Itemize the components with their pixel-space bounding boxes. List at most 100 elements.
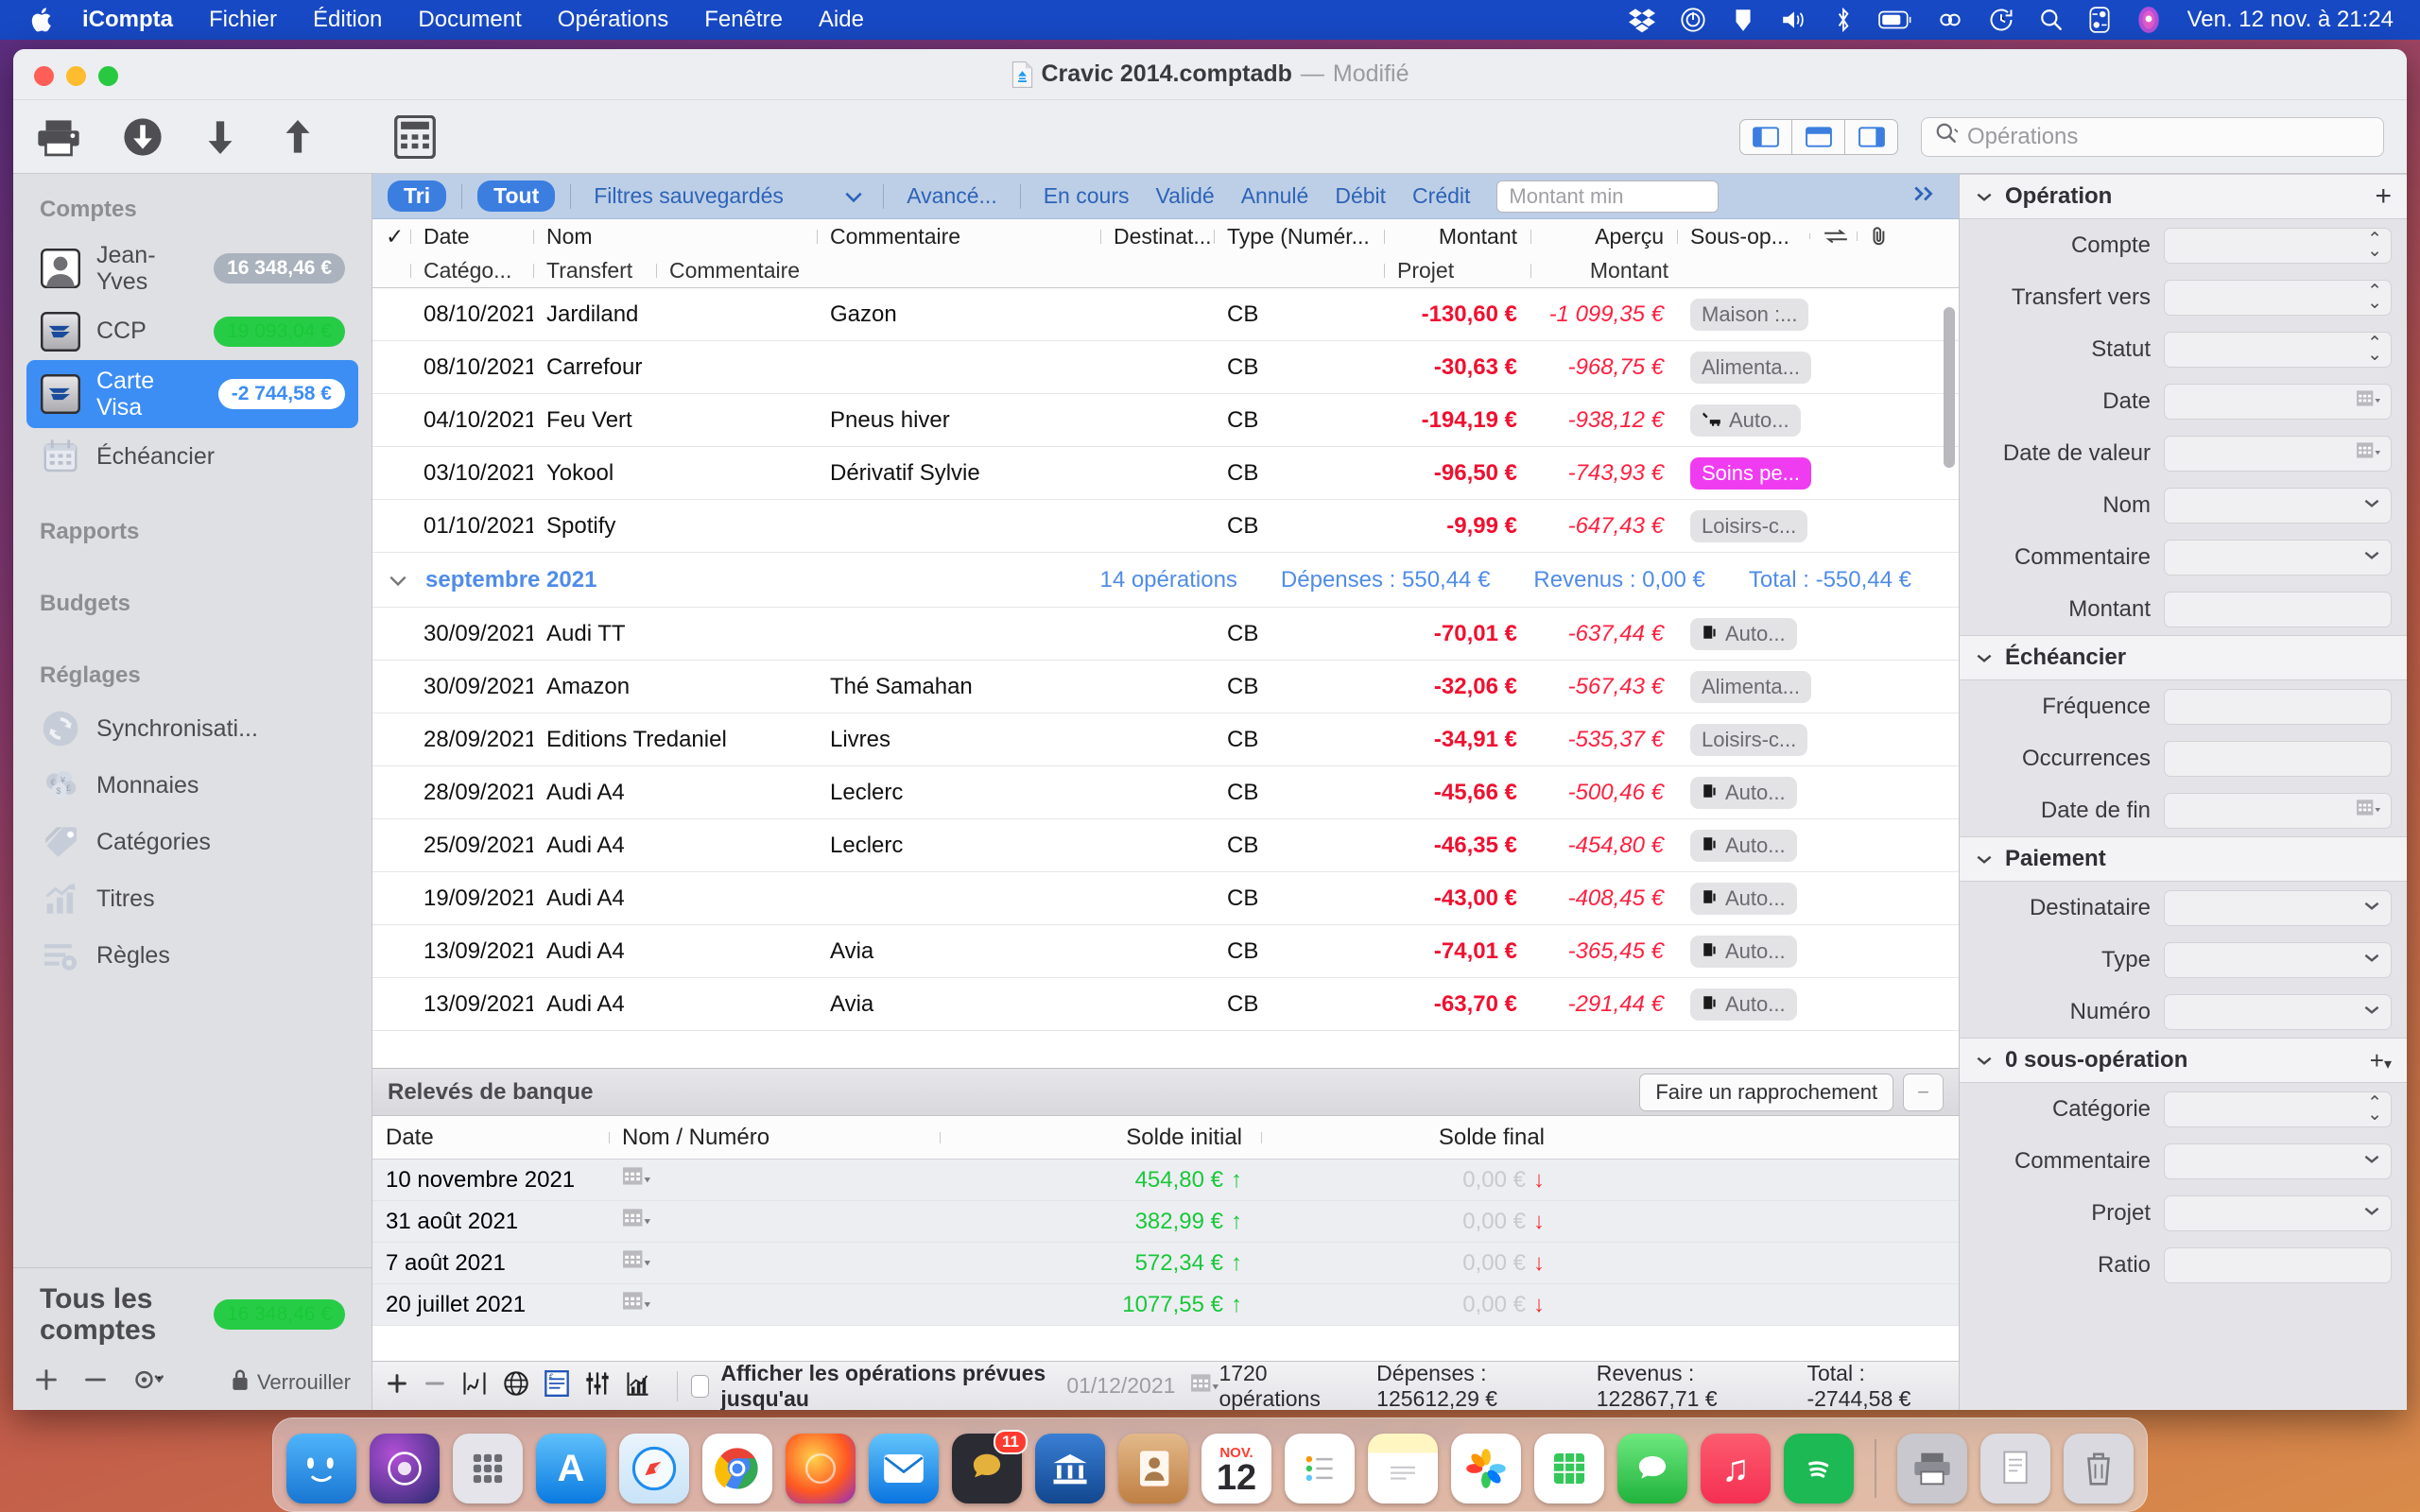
table-row[interactable]: 13/09/2021 Audi A4 Avia CB -63,70 € -291… bbox=[372, 978, 1959, 1031]
table-row[interactable]: 08/10/2021 Carrefour CB -30,63 € -968,75… bbox=[372, 341, 1959, 394]
category-badge[interactable]: Auto... bbox=[1690, 776, 1797, 809]
destinataire-combo[interactable] bbox=[2164, 889, 2392, 926]
category-badge[interactable]: Alimenta... bbox=[1690, 351, 1811, 384]
minus-icon[interactable] bbox=[424, 1372, 446, 1400]
dock-item-numbers[interactable] bbox=[1534, 1434, 1604, 1503]
dock-item-messages[interactable]: 11 bbox=[952, 1430, 1028, 1503]
date-fin-input[interactable] bbox=[2164, 792, 2392, 829]
print-icon[interactable] bbox=[13, 100, 104, 174]
dock-item-trash[interactable] bbox=[2064, 1434, 2134, 1503]
remove-statement-button[interactable]: − bbox=[1903, 1073, 1944, 1111]
bank-row[interactable]: 31 août 2021 382,99 € ↑ 0,00 € ↓ bbox=[372, 1201, 1959, 1243]
double-chevron-right-icon[interactable] bbox=[1898, 181, 1949, 211]
reconcile-button[interactable]: Faire un rapprochement bbox=[1639, 1073, 1894, 1111]
dock-item-notes[interactable] bbox=[1368, 1434, 1438, 1503]
menubar-clock[interactable]: Ven. 12 nov. à 21:24 bbox=[2174, 7, 2399, 33]
filter-en-cours-button[interactable]: En cours bbox=[1030, 183, 1143, 209]
category-badge[interactable]: Soins pe... bbox=[1690, 456, 1811, 490]
table-row[interactable]: 03/10/2021 Yokool Dérivatif Sylvie CB -9… bbox=[372, 447, 1959, 500]
sidebar-item-monnaies[interactable]: € ¥ £ $ Monnaies bbox=[26, 757, 358, 814]
table-row[interactable]: 28/09/2021 Audi A4 Leclerc CB -45,66 € -… bbox=[372, 766, 1959, 819]
category-badge[interactable]: Loisirs-c... bbox=[1690, 723, 1808, 756]
chart-line-icon[interactable] bbox=[626, 1370, 650, 1402]
attachment-icon[interactable] bbox=[1857, 226, 1904, 247]
chevron-down-icon[interactable] bbox=[1975, 1047, 1994, 1074]
category-badge[interactable]: Auto... bbox=[1690, 617, 1797, 650]
column-header-apercu[interactable]: Aperçu bbox=[1530, 224, 1677, 249]
bank-row[interactable]: 7 août 2021 572,34 € ↑ 0,00 € ↓ bbox=[372, 1243, 1959, 1284]
column-header-sous-operation[interactable]: Sous-op... bbox=[1677, 224, 1809, 249]
frequence-input[interactable] bbox=[2164, 688, 2392, 725]
montant-input[interactable] bbox=[2164, 591, 2392, 627]
chevron-down-icon[interactable] bbox=[2361, 548, 2382, 566]
filter-valide-button[interactable]: Validé bbox=[1142, 183, 1227, 209]
filter-debit-button[interactable]: Débit bbox=[1322, 183, 1399, 209]
plus-icon[interactable] bbox=[386, 1372, 408, 1400]
apple-icon[interactable] bbox=[21, 6, 64, 34]
arrow-down-icon[interactable] bbox=[182, 100, 259, 174]
notification-bell-icon[interactable] bbox=[1719, 7, 1768, 33]
menu-item-fenetre[interactable]: Fenêtre bbox=[686, 7, 801, 33]
column-header-categorie[interactable]: Catégo... bbox=[410, 258, 533, 284]
compte-select[interactable]: ⌃ ⌄ bbox=[2164, 227, 2392, 264]
dock-item-messages-green[interactable] bbox=[1617, 1434, 1687, 1503]
add-suboperation-icon[interactable]: +▾ bbox=[2370, 1046, 2392, 1075]
chevron-down-icon[interactable] bbox=[1975, 846, 1994, 872]
invoice-icon[interactable]: € bbox=[544, 1369, 569, 1402]
column-header-destinataire[interactable]: Destinat... bbox=[1100, 224, 1214, 249]
category-badge[interactable]: Auto... bbox=[1690, 404, 1801, 437]
chevron-down-icon[interactable] bbox=[2361, 1204, 2382, 1222]
show-planned-checkbox[interactable] bbox=[690, 1374, 710, 1398]
bank-column-date[interactable]: Date bbox=[372, 1125, 609, 1151]
sidebar-item-regles[interactable]: Règles bbox=[26, 927, 358, 984]
calendar-dropdown-icon[interactable] bbox=[1175, 1372, 1219, 1400]
inspector-section-echeancier[interactable]: Échéancier bbox=[1960, 635, 2407, 680]
bank-column-final[interactable]: Solde final bbox=[1261, 1125, 1573, 1151]
sidebar-section-budgets[interactable]: Budgets bbox=[13, 581, 372, 628]
volume-icon[interactable] bbox=[1768, 8, 1821, 32]
dock-item-photos[interactable] bbox=[1451, 1434, 1521, 1503]
ratio-input[interactable] bbox=[2164, 1246, 2392, 1283]
download-circle-icon[interactable] bbox=[104, 100, 182, 174]
date-input[interactable] bbox=[2164, 383, 2392, 420]
amount-min-input[interactable]: Montant min bbox=[1496, 180, 1720, 213]
battery-icon[interactable] bbox=[1866, 9, 1925, 30]
numero-combo[interactable] bbox=[2164, 993, 2392, 1030]
category-badge[interactable]: Alimenta... bbox=[1690, 670, 1811, 703]
table-row[interactable]: 28/09/2021 Editions Tredaniel Livres CB … bbox=[372, 713, 1959, 766]
table-row[interactable]: 25/09/2021 Audi A4 Leclerc CB -46,35 € -… bbox=[372, 819, 1959, 872]
occurrences-input[interactable] bbox=[2164, 740, 2392, 777]
dock-item-finder[interactable] bbox=[286, 1434, 356, 1503]
globe-icon[interactable] bbox=[503, 1370, 529, 1402]
graph-icon[interactable] bbox=[461, 1370, 488, 1402]
calendar-dropdown-icon[interactable] bbox=[622, 1290, 650, 1319]
column-header-montant-2[interactable]: Montant bbox=[1530, 258, 1682, 284]
column-header-type[interactable]: Type (Numér... bbox=[1214, 224, 1384, 249]
statut-select[interactable]: ⌃ ⌄ bbox=[2164, 331, 2392, 368]
dock-item-firefox[interactable] bbox=[786, 1434, 856, 1503]
chevron-down-icon[interactable] bbox=[1975, 183, 1994, 210]
dock-item-app-store[interactable]: A bbox=[536, 1434, 606, 1503]
dock-item-chrome[interactable] bbox=[702, 1434, 772, 1503]
type-combo[interactable] bbox=[2164, 941, 2392, 978]
column-header-commentaire[interactable]: Commentaire bbox=[817, 224, 1100, 249]
chevron-down-icon[interactable] bbox=[388, 567, 408, 593]
show-planned-date[interactable]: 01/12/2021 bbox=[1055, 1373, 1175, 1399]
dock-item-contacts[interactable] bbox=[1118, 1434, 1188, 1503]
transfert-vers-select[interactable]: ⌃ ⌄ bbox=[2164, 279, 2392, 316]
account-settings-icon[interactable] bbox=[132, 1367, 164, 1399]
chevron-down-icon[interactable] bbox=[2361, 951, 2382, 969]
sidebar-item-titres[interactable]: Titres bbox=[26, 870, 358, 927]
table-row[interactable]: 30/09/2021 Amazon Thé Samahan CB -32,06 … bbox=[372, 661, 1959, 713]
inspector-section-paiement[interactable]: Paiement bbox=[1960, 836, 2407, 882]
dock-item-calendar[interactable]: NOV. 12 bbox=[1201, 1434, 1271, 1503]
chevron-down-icon[interactable] bbox=[1975, 644, 1994, 671]
bank-column-initial[interactable]: Solde initial bbox=[940, 1125, 1261, 1151]
table-row[interactable]: 13/09/2021 Audi A4 Avia CB -74,01 € -365… bbox=[372, 925, 1959, 978]
time-machine-icon[interactable] bbox=[1976, 7, 2027, 33]
date-valeur-input[interactable] bbox=[2164, 435, 2392, 472]
calculator-icon[interactable] bbox=[363, 100, 467, 174]
menu-item-operations[interactable]: Opérations bbox=[540, 7, 686, 33]
sidebar-item-categories[interactable]: Catégories bbox=[26, 814, 358, 870]
categorie-select[interactable]: ⌃ ⌄ bbox=[2164, 1091, 2392, 1127]
